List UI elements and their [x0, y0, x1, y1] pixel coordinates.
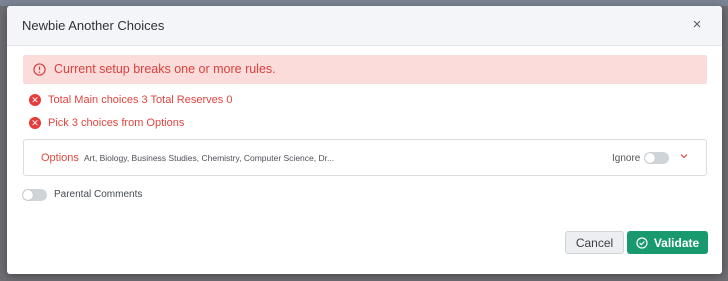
error-x-icon: ✕ [29, 117, 41, 129]
options-panel[interactable]: Options Art, Biology, Business Studies, … [23, 139, 707, 176]
error-text: Pick 3 choices from Options [48, 117, 185, 129]
modal-header: Newbie Another Choices × [7, 6, 722, 46]
error-item: ✕ Pick 3 choices from Options [29, 116, 184, 130]
options-label: Options [41, 152, 79, 164]
cancel-button-label: Cancel [575, 235, 614, 250]
ignore-label: Ignore [612, 153, 641, 164]
chevron-down-icon[interactable] [679, 151, 689, 161]
toggle-knob [645, 153, 655, 163]
close-icon[interactable]: × [690, 17, 704, 33]
error-x-icon: ✕ [29, 94, 41, 106]
cancel-button[interactable]: Cancel [565, 231, 624, 254]
modal-title: Newbie Another Choices [22, 18, 165, 33]
rules-alert: Current setup breaks one or more rules. [23, 55, 707, 84]
validate-button-label: Validate [653, 235, 700, 250]
parental-comments-label: Parental Comments [54, 189, 143, 200]
info-circle-icon [33, 63, 46, 76]
error-text: Total Main choices 3 Total Reserves 0 [48, 94, 233, 106]
ignore-toggle[interactable] [644, 152, 669, 164]
parental-comments-toggle[interactable] [22, 189, 47, 201]
options-list: Art, Biology, Business Studies, Chemistr… [84, 153, 335, 163]
validate-button[interactable]: Validate [627, 231, 708, 254]
toggle-knob [23, 190, 33, 200]
check-circle-icon [636, 236, 648, 249]
choices-modal: Newbie Another Choices × Current setup b… [7, 6, 722, 274]
alert-message: Current setup breaks one or more rules. [54, 62, 276, 76]
error-item: ✕ Total Main choices 3 Total Reserves 0 [29, 93, 232, 107]
